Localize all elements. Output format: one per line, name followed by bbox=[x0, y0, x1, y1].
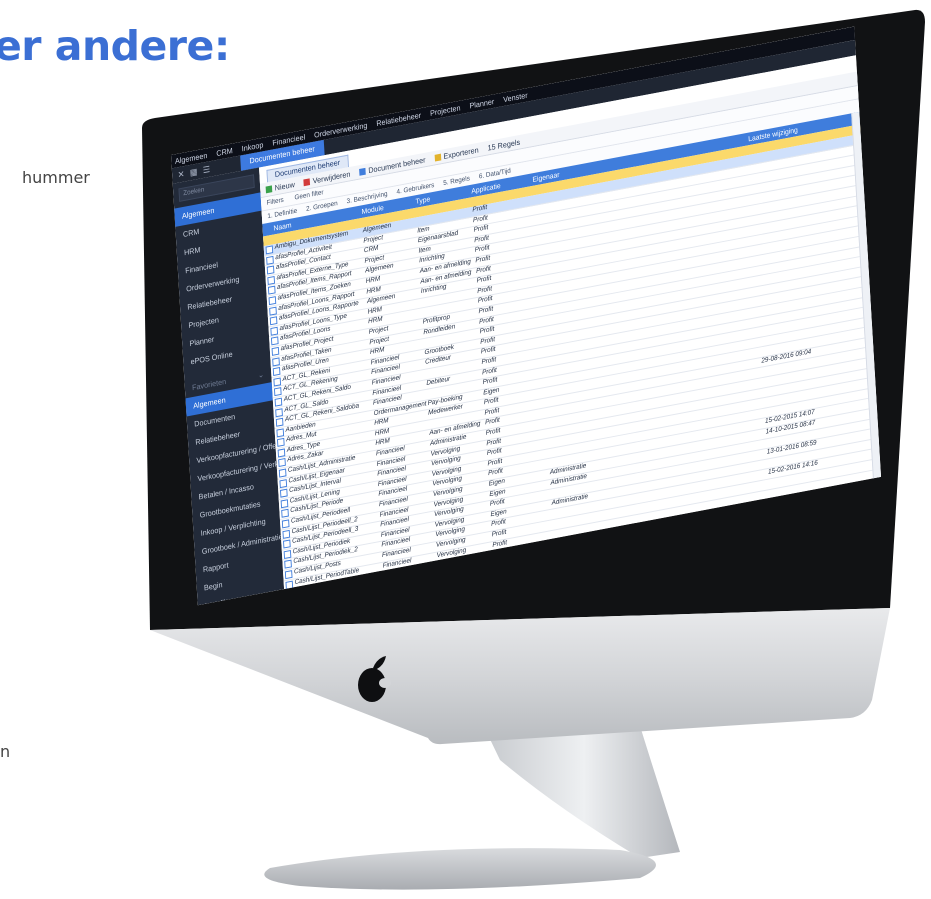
cell-application: Profit bbox=[482, 376, 498, 387]
cell-type: Item bbox=[418, 245, 431, 255]
column-header-type[interactable]: Type bbox=[415, 194, 430, 205]
cell-module: HRM bbox=[374, 417, 389, 428]
row-checkbox[interactable] bbox=[282, 529, 291, 539]
row-checkbox[interactable] bbox=[275, 407, 283, 417]
menu-icon[interactable]: ☰ bbox=[203, 164, 211, 176]
filters-dropdown[interactable]: Filters bbox=[266, 197, 284, 207]
cell-application: Profit bbox=[475, 254, 491, 265]
cell-module: HRM bbox=[367, 305, 383, 316]
row-checkbox[interactable] bbox=[279, 478, 288, 488]
cell-application: Profit bbox=[480, 336, 496, 346]
cell-application: Eigen bbox=[488, 477, 506, 488]
cell-application: Eigen bbox=[489, 488, 506, 498]
document-icon bbox=[359, 167, 366, 176]
new-icon bbox=[265, 184, 273, 193]
cell-application: Profit bbox=[492, 539, 508, 549]
row-checkbox[interactable] bbox=[276, 428, 285, 438]
row-checkbox[interactable] bbox=[269, 316, 278, 326]
row-checkbox[interactable] bbox=[268, 296, 277, 306]
row-checkbox[interactable] bbox=[277, 448, 286, 458]
cell-module: HRM bbox=[374, 427, 390, 438]
chevron-down-icon: ⌄ bbox=[257, 370, 265, 380]
row-checkbox[interactable] bbox=[283, 539, 291, 549]
cell-application: Profit bbox=[481, 356, 497, 366]
row-checkbox[interactable] bbox=[273, 387, 282, 397]
row-checkbox[interactable] bbox=[277, 438, 285, 448]
row-checkbox[interactable] bbox=[270, 326, 279, 336]
cell-application: Profit bbox=[489, 498, 505, 508]
row-checkbox[interactable] bbox=[275, 417, 284, 427]
cell-application: Profit bbox=[480, 346, 496, 356]
delete-icon bbox=[303, 177, 311, 186]
row-checkbox[interactable] bbox=[278, 458, 286, 468]
cell-application: Profit bbox=[483, 396, 499, 407]
row-checkbox[interactable] bbox=[284, 559, 292, 569]
row-checkbox[interactable] bbox=[278, 468, 287, 478]
row-checkbox[interactable] bbox=[267, 275, 276, 285]
row-checkbox[interactable] bbox=[266, 265, 275, 275]
cell-application: Profit bbox=[486, 447, 502, 458]
row-checkbox[interactable] bbox=[267, 285, 276, 295]
cell-application: Profit bbox=[475, 264, 491, 275]
cell-application: Profit bbox=[478, 305, 494, 316]
cell-application: Eigen bbox=[490, 508, 507, 519]
export-icon bbox=[434, 153, 441, 162]
cell-application: Profit bbox=[479, 325, 495, 336]
menu-item[interactable]: CRM bbox=[216, 146, 233, 158]
row-checkbox[interactable] bbox=[272, 356, 280, 366]
cell-application: Profit bbox=[473, 224, 489, 234]
cell-application: Profit bbox=[478, 315, 494, 326]
row-checkbox[interactable] bbox=[281, 519, 290, 529]
close-icon[interactable]: ✕ bbox=[177, 169, 184, 181]
cell-application: Profit bbox=[481, 366, 498, 376]
cell-module: HRM bbox=[365, 275, 381, 285]
cell-application: Profit bbox=[491, 528, 507, 539]
row-checkbox[interactable] bbox=[274, 397, 283, 407]
section-title: Favorieten bbox=[191, 377, 227, 393]
cell-application: Profit bbox=[477, 285, 493, 295]
cell-application: Profit bbox=[485, 427, 501, 437]
row-checkbox[interactable] bbox=[272, 367, 281, 377]
row-checkbox[interactable] bbox=[269, 306, 277, 316]
row-checkbox[interactable] bbox=[280, 499, 289, 509]
row-checkbox[interactable] bbox=[273, 377, 282, 387]
cell-application: Profit bbox=[484, 407, 500, 417]
cell-type: Item bbox=[417, 225, 430, 235]
cell-application: Profit bbox=[487, 457, 503, 468]
cell-application: Profit bbox=[484, 417, 501, 427]
row-checkbox[interactable] bbox=[265, 245, 274, 255]
cell-application: Profit bbox=[487, 467, 504, 478]
grid-icon[interactable]: ▦ bbox=[190, 166, 198, 178]
cell-application: Profit bbox=[486, 437, 502, 447]
row-checkbox[interactable] bbox=[270, 336, 279, 346]
row-checkbox[interactable] bbox=[271, 346, 280, 356]
cell-application: Profit bbox=[472, 204, 488, 214]
imac-illustration: Algemeen CRM Inkoop Financieel Orderverw… bbox=[0, 0, 931, 899]
cell-application: Profit bbox=[490, 518, 507, 529]
cell-application: Profit bbox=[472, 214, 488, 224]
row-checkbox[interactable] bbox=[284, 570, 293, 580]
row-checkbox[interactable] bbox=[281, 509, 289, 519]
cell-module: CRM bbox=[363, 245, 379, 255]
cell-module: HRM bbox=[369, 346, 385, 356]
cell-module: HRM bbox=[368, 316, 383, 326]
cell-application: Eigen bbox=[483, 386, 500, 397]
cell-module: HRM bbox=[366, 285, 381, 296]
cell-application: Profit bbox=[476, 275, 492, 285]
cell-module: HRM bbox=[375, 437, 390, 448]
cell-application: Profit bbox=[474, 244, 490, 255]
row-checkbox[interactable] bbox=[283, 549, 292, 559]
row-checkbox[interactable] bbox=[280, 488, 288, 498]
row-checkbox[interactable] bbox=[266, 255, 274, 265]
cell-application: Profit bbox=[474, 234, 490, 245]
cell-application: Profit bbox=[477, 295, 493, 305]
